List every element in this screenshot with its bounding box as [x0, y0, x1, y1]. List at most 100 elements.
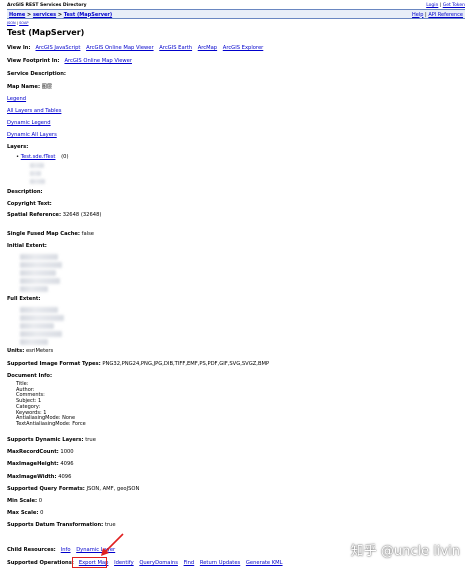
- min-scale-row: Min Scale: 0: [7, 498, 42, 504]
- breadcrumb: Home > services > Test (MapServer): [9, 12, 112, 18]
- min-scale-value: 0: [38, 498, 43, 504]
- watermark: 知乎 @uncle livin: [350, 544, 460, 559]
- blurred-extent: [20, 254, 58, 260]
- nav-bar: Home > services > Test (MapServer) Help …: [7, 9, 465, 19]
- soap-link[interactable]: SOAP: [19, 21, 28, 25]
- blurred-extent: [20, 286, 48, 292]
- find-link[interactable]: Find: [184, 560, 195, 566]
- document-info-label: Document Info:: [7, 373, 53, 379]
- spatial-reference-row: Spatial Reference: 32648 (32648): [7, 212, 101, 218]
- return-updates-link[interactable]: Return Updates: [200, 560, 240, 566]
- max-height-row: MaxImageHeight: 4096: [7, 461, 74, 467]
- full-extent-label: Full Extent:: [7, 296, 41, 302]
- breadcrumb-separator: >: [26, 11, 32, 18]
- map-name-row: Map Name: 图层: [7, 83, 52, 90]
- arrow-icon: [101, 533, 124, 556]
- bullet-icon: •: [16, 154, 20, 160]
- max-width-value: 4096: [58, 474, 72, 480]
- help-separator: |: [425, 11, 427, 18]
- dynamic-legend-link[interactable]: Dynamic Legend: [7, 120, 51, 126]
- format-separator: |: [16, 21, 18, 25]
- datum-row: Supports Datum Transformation: true: [7, 522, 116, 528]
- max-width-row: MaxImageWidth: 4096: [7, 474, 71, 480]
- query-formats-row: Supported Query Formats: JSON, AMF, geoJ…: [7, 486, 139, 492]
- view-in-label: View In:: [7, 45, 31, 51]
- service-description-label: Service Description:: [7, 71, 66, 77]
- blurred-sublayer: [30, 163, 44, 168]
- max-record-label: MaxRecordCount:: [7, 449, 59, 455]
- max-scale-row: Max Scale: 0: [7, 510, 43, 516]
- child-info-link[interactable]: Info: [61, 547, 71, 553]
- breadcrumb-home[interactable]: Home: [9, 12, 25, 18]
- view-in-arcgis-explorer[interactable]: ArcGIS Explorer: [223, 45, 264, 51]
- page-title: Test (MapServer): [7, 28, 85, 37]
- datum-label: Supports Datum Transformation:: [7, 522, 104, 528]
- description-label: Description:: [7, 189, 43, 195]
- view-footprint-row: View Footprint In: ArcGIS Online Map Vie…: [7, 58, 136, 64]
- help-link[interactable]: Help: [412, 12, 423, 18]
- query-formats-value: JSON, AMF, geoJSON: [86, 486, 140, 492]
- blurred-extent: [20, 331, 62, 337]
- layers-row: Layers:: [7, 144, 28, 150]
- map-name-value: 图层: [41, 84, 53, 90]
- dynamic-layers-label: Supports Dynamic Layers:: [7, 437, 84, 443]
- view-footprint-link[interactable]: ArcGIS Online Map Viewer: [64, 58, 132, 64]
- max-record-value: 1000: [60, 449, 74, 455]
- max-scale-label: Max Scale:: [7, 510, 39, 516]
- layer-link[interactable]: Test.sde.fTest: [21, 154, 56, 160]
- blurred-extent: [20, 307, 58, 313]
- operations-row: Supported Operations: Export Map Identif…: [7, 560, 287, 566]
- blurred-extent: [20, 278, 60, 284]
- help-links: Help | API Reference: [412, 12, 463, 18]
- document-info-row: Document Info:: [7, 373, 52, 379]
- view-in-online-map-viewer[interactable]: ArcGIS Online Map Viewer: [86, 45, 154, 51]
- generate-kml-link[interactable]: Generate KML: [246, 560, 283, 566]
- dynamic-all-layers-link[interactable]: Dynamic All Layers: [7, 132, 57, 138]
- layer-id: (0): [61, 154, 69, 160]
- all-layers-link[interactable]: All Layers and Tables: [7, 108, 61, 114]
- breadcrumb-services[interactable]: services: [33, 12, 56, 18]
- view-in-row: View In: ArcGIS JavaScript ArcGIS Online…: [7, 45, 267, 51]
- spatial-reference-label: Spatial Reference:: [7, 212, 62, 218]
- view-footprint-label: View Footprint In:: [7, 58, 60, 64]
- api-reference-link[interactable]: API Reference: [428, 12, 463, 18]
- blurred-extent: [20, 315, 64, 321]
- max-height-label: MaxImageHeight:: [7, 461, 59, 467]
- min-scale-label: Min Scale:: [7, 498, 38, 504]
- json-link[interactable]: JSON: [7, 21, 16, 25]
- copyright-label: Copyright Text:: [7, 201, 52, 207]
- initial-extent-label: Initial Extent:: [7, 243, 47, 249]
- breadcrumb-current[interactable]: Test (MapServer): [64, 12, 112, 18]
- query-domains-link[interactable]: QueryDomains: [139, 560, 178, 566]
- view-in-arcgis-earth[interactable]: ArcGIS Earth: [159, 45, 192, 51]
- image-formats-label: Supported Image Format Types:: [7, 361, 101, 367]
- view-in-arcgis-javascript[interactable]: ArcGIS JavaScript: [35, 45, 80, 51]
- document-info-values: Title: Author: Comments: Subject: 1 Cate…: [16, 381, 86, 427]
- breadcrumb-separator: >: [57, 11, 63, 18]
- dynamic-layers-value: true: [85, 437, 96, 443]
- app-title: ArcGIS REST Services Directory: [7, 3, 87, 8]
- datum-value: true: [104, 522, 116, 528]
- blurred-sublayer: [30, 171, 41, 176]
- login-link[interactable]: Login: [426, 3, 438, 8]
- blurred-extent: [20, 339, 48, 345]
- identify-link[interactable]: Identify: [114, 560, 134, 566]
- max-height-value: 4096: [60, 461, 74, 467]
- blurred-extent: [20, 323, 54, 329]
- units-row: Units: esriMeters: [7, 348, 53, 354]
- legend-link[interactable]: Legend: [7, 96, 26, 102]
- query-formats-label: Supported Query Formats:: [7, 486, 85, 492]
- units-value: esriMeters: [25, 348, 54, 354]
- service-description-row: Service Description:: [7, 71, 66, 77]
- single-fused-value: false: [81, 231, 94, 237]
- dynamic-layers-row: Supports Dynamic Layers: true: [7, 437, 96, 443]
- view-in-arcmap[interactable]: ArcMap: [198, 45, 217, 51]
- highlight-box: [72, 557, 107, 568]
- get-token-link[interactable]: Get Token: [443, 3, 465, 8]
- format-links: JSON | SOAP: [7, 21, 29, 25]
- single-fused-label: Single Fused Map Cache:: [7, 231, 80, 237]
- blurred-extent: [20, 270, 56, 276]
- spatial-reference-value: 32648 (32648): [62, 212, 102, 218]
- single-fused-row: Single Fused Map Cache: false: [7, 231, 94, 237]
- layer-item: • Test.sde.fTest (0): [16, 154, 68, 160]
